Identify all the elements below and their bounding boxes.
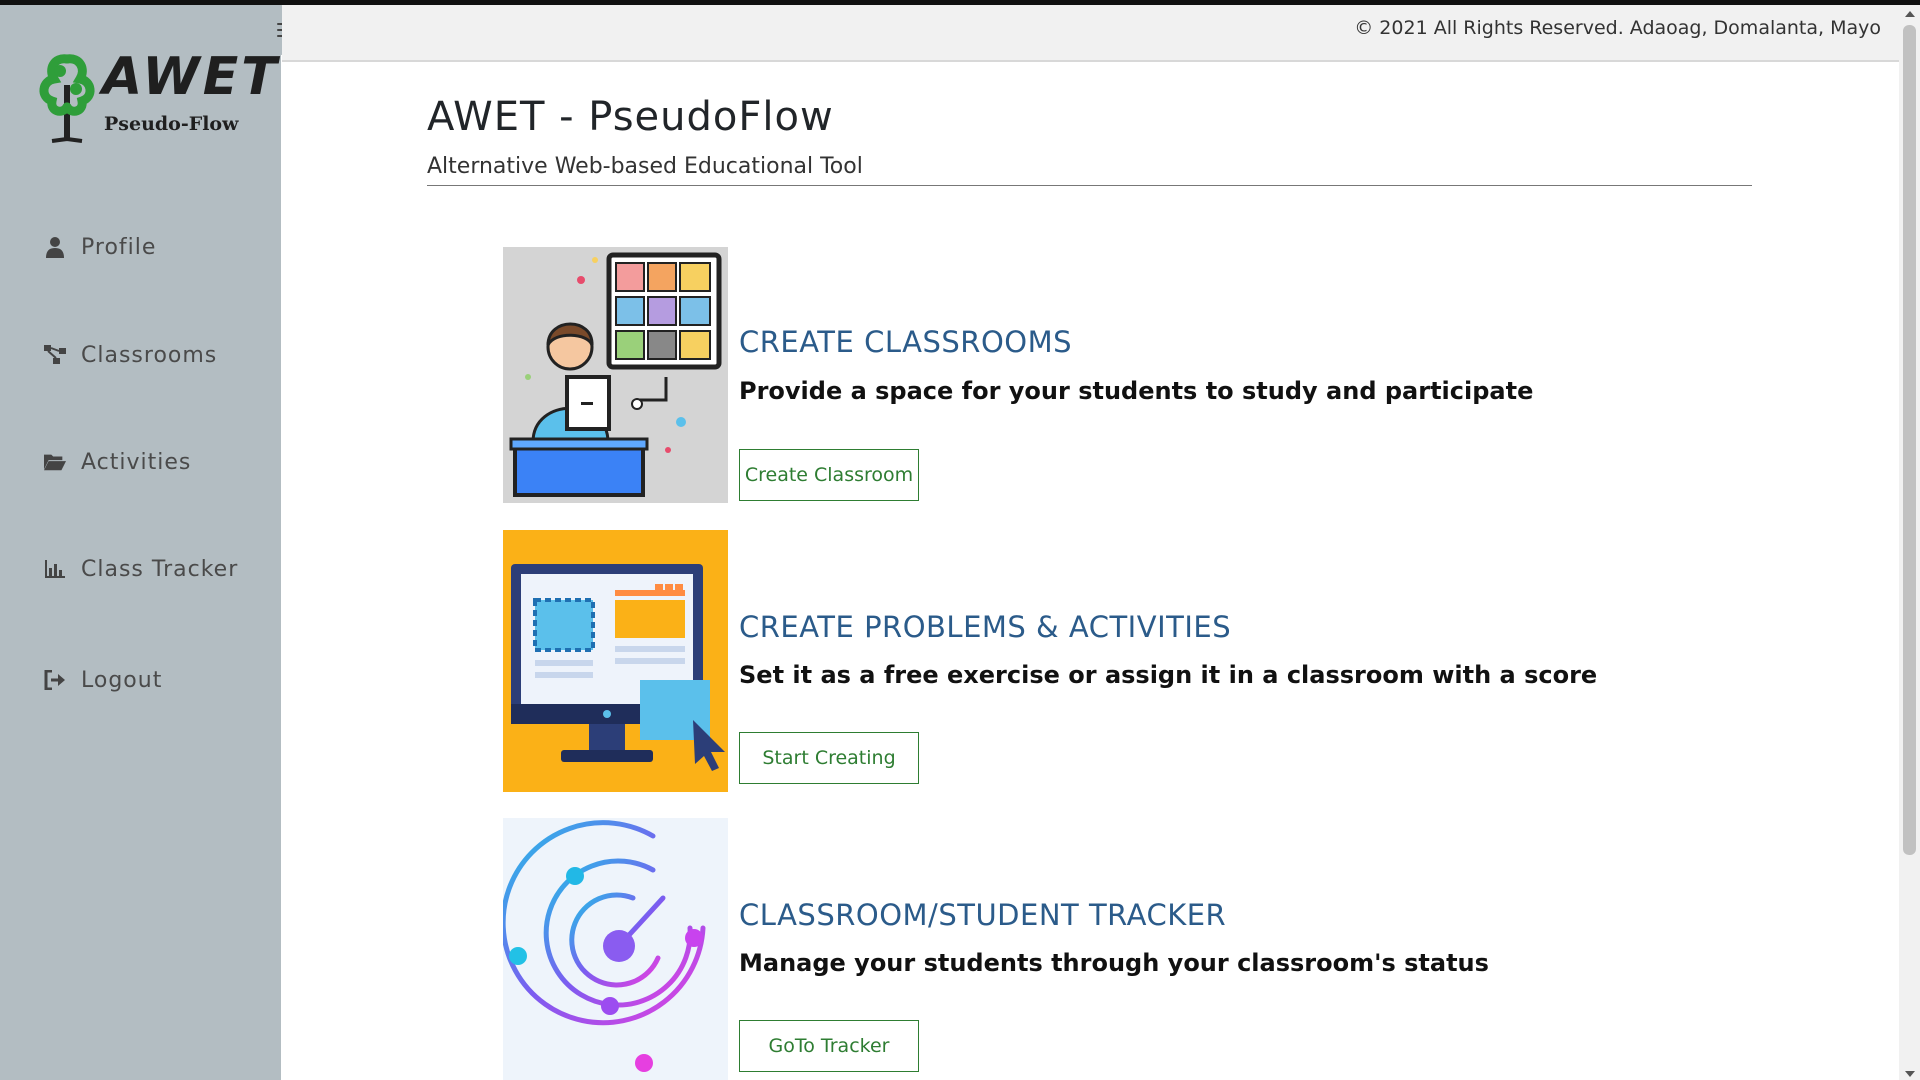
feature-tracker: CLASSROOM/STUDENT TRACKER Manage your st… — [503, 818, 1803, 1080]
folder-open-icon — [44, 451, 66, 473]
sidebar-item-label: Logout — [81, 667, 163, 693]
page-title: AWET - PseudoFlow — [427, 94, 834, 140]
sign-out-icon — [44, 669, 66, 691]
goto-tracker-button[interactable]: GoTo Tracker — [739, 1020, 919, 1072]
feature-heading: CREATE PROBLEMS & ACTIVITIES — [739, 610, 1232, 644]
scrollbar-thumb[interactable] — [1903, 25, 1916, 855]
sidebar-item-label: Class Tracker — [81, 556, 239, 582]
sidebar-item-label: Profile — [81, 234, 157, 260]
sidebar-item-label: Activities — [81, 449, 192, 475]
sidebar: AWET Pseudo-Flow Profile Classrooms Acti… — [0, 5, 281, 1080]
bar-chart-icon — [44, 558, 66, 580]
online-class-illustration — [503, 247, 728, 503]
sidebar-item-classrooms[interactable]: Classrooms — [44, 339, 217, 371]
logo-subtitle: Pseudo-Flow — [104, 113, 239, 135]
sitemap-icon — [44, 344, 66, 366]
page-subtitle: Alternative Web-based Educational Tool — [427, 154, 863, 179]
feature-description: Provide a space for your students to stu… — [739, 377, 1534, 405]
feature-heading: CREATE CLASSROOMS — [739, 325, 1073, 359]
create-classroom-button[interactable]: Create Classroom — [739, 449, 919, 501]
app-logo[interactable]: AWET Pseudo-Flow — [34, 47, 277, 145]
tracker-orbit-illustration — [503, 818, 728, 1080]
top-header: © 2021 All Rights Reserved. Adaoag, Doma… — [282, 5, 1899, 62]
monitor-design-illustration — [503, 530, 728, 792]
feature-heading: CLASSROOM/STUDENT TRACKER — [739, 898, 1227, 932]
feature-description: Manage your students through your classr… — [739, 949, 1489, 977]
tree-logo-icon — [39, 54, 95, 143]
feature-create-problems: CREATE PROBLEMS & ACTIVITIES Set it as a… — [503, 530, 1803, 792]
title-divider — [427, 185, 1752, 186]
feature-description: Set it as a free exercise or assign it i… — [739, 661, 1598, 689]
feature-create-classrooms: CREATE CLASSROOMS Provide a space for yo… — [503, 247, 1803, 503]
page-scrollbar[interactable] — [1899, 5, 1920, 1080]
user-icon — [44, 236, 66, 258]
sidebar-item-profile[interactable]: Profile — [44, 231, 156, 263]
copyright-text: © 2021 All Rights Reserved. Adaoag, Doma… — [1354, 17, 1881, 39]
start-creating-button[interactable]: Start Creating — [739, 732, 919, 784]
sidebar-item-logout[interactable]: Logout — [44, 664, 162, 696]
logo-title: AWET — [102, 47, 280, 107]
scroll-up-icon[interactable] — [1905, 11, 1915, 17]
sidebar-item-label: Classrooms — [81, 342, 218, 368]
scroll-down-icon[interactable] — [1905, 1071, 1915, 1077]
sidebar-item-activities[interactable]: Activities — [44, 446, 191, 478]
sidebar-item-class-tracker[interactable]: Class Tracker — [44, 553, 238, 585]
